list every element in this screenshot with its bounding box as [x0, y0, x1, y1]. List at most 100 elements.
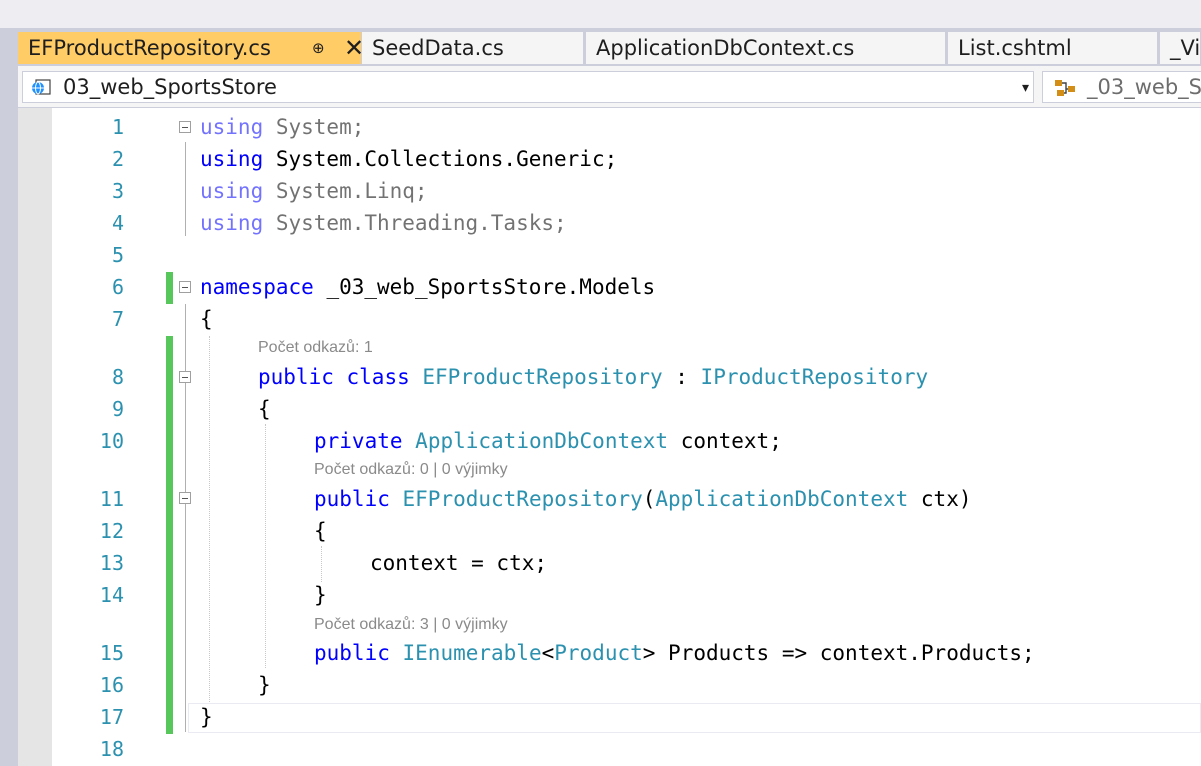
code-line[interactable]: public IEnumerable<Product> Products => …	[314, 637, 1035, 669]
code-token: {	[258, 397, 271, 421]
code-token: ApplicationDbContext	[655, 487, 909, 511]
code-token: System.Collections.Generic;	[263, 147, 618, 171]
code-token: using	[200, 211, 264, 235]
code-token: using	[200, 115, 264, 139]
collapse-toggle-icon[interactable]	[179, 121, 191, 133]
code-line[interactable]: using System.Collections.Generic;	[200, 143, 617, 175]
code-token: (	[642, 487, 656, 511]
change-tracking-bar	[166, 336, 173, 734]
code-line[interactable]: private ApplicationDbContext context;	[314, 425, 782, 457]
document-tab-strip: EFProductRepository.cs ⊕ ✕ SeedData.cs A…	[0, 28, 1201, 66]
line-number: 4	[111, 211, 124, 235]
code-token: {	[314, 519, 327, 543]
code-token: System;	[263, 115, 365, 139]
line-number: 7	[111, 307, 124, 331]
pin-icon[interactable]: ⊕	[312, 32, 325, 64]
codelens-ctor-refs[interactable]: Počet odkazů: 0 | 0 výjimky	[314, 460, 508, 480]
code-token: EFProductRepository	[402, 487, 643, 511]
code-token: :	[662, 365, 701, 389]
code-line[interactable]: }	[258, 669, 271, 701]
outline-line	[185, 392, 186, 400]
code-token: private	[314, 429, 403, 453]
type-scope-label: _03_web_Spo	[1087, 75, 1201, 99]
close-icon[interactable]: ✕	[344, 32, 361, 64]
code-token: System.Linq;	[263, 179, 428, 203]
code-token: public	[258, 365, 334, 389]
change-tracking-bar	[166, 272, 173, 304]
tab-seeddata[interactable]: SeedData.cs	[362, 32, 584, 64]
code-line[interactable]: using System;	[200, 111, 364, 143]
tab-efproductrepository[interactable]: EFProductRepository.cs ⊕ ✕	[18, 32, 362, 64]
line-number: 14	[99, 583, 124, 607]
tab-label: EFProductRepository.cs	[28, 36, 271, 60]
code-token: public	[314, 641, 390, 665]
code-token: }	[200, 705, 213, 729]
editor-left-border	[0, 66, 18, 766]
code-line[interactable]: {	[258, 393, 271, 425]
project-dropdown[interactable]: 03_web_SportsStore ▾	[22, 71, 1034, 103]
code-line[interactable]: {	[200, 303, 213, 335]
tab-label: _Vi	[1170, 36, 1201, 60]
collapse-toggle-icon[interactable]	[179, 371, 191, 383]
code-line[interactable]: context = ctx;	[370, 547, 547, 579]
code-token: EFProductRepository	[422, 365, 663, 389]
code-line[interactable]: namespace _03_web_SportsStore.Models	[200, 271, 655, 303]
code-line[interactable]: {	[314, 515, 327, 547]
code-token: Product	[554, 641, 643, 665]
code-token: ApplicationDbContext	[415, 429, 669, 453]
code-token: ctx)	[908, 487, 972, 511]
code-token: }	[314, 583, 327, 607]
chevron-down-icon[interactable]: ▾	[1022, 80, 1029, 96]
codelens-class-refs[interactable]: Počet odkazů: 1	[258, 338, 373, 358]
code-line[interactable]: }	[200, 701, 213, 733]
code-line[interactable]: public class EFProductRepository : IProd…	[258, 361, 928, 393]
current-line-highlight	[188, 703, 1201, 733]
codelens-products-refs[interactable]: Počet odkazů: 3 | 0 výjimky	[314, 615, 508, 635]
navigation-bar: 03_web_SportsStore ▾ _03_web_Spo	[18, 66, 1201, 108]
code-token: namespace	[200, 275, 314, 299]
code-token: class	[346, 365, 410, 389]
window-top-strip	[0, 0, 1201, 28]
line-number: 9	[111, 397, 124, 421]
code-token: <	[541, 641, 555, 665]
collapse-toggle-icon[interactable]	[179, 281, 191, 293]
code-token: context = ctx;	[370, 551, 548, 575]
code-token: }	[258, 673, 271, 697]
line-number: 13	[99, 551, 124, 575]
tab-applicationdbcontext[interactable]: ApplicationDbContext.cs	[586, 32, 946, 64]
csharp-project-icon	[32, 79, 51, 95]
tab-vi[interactable]: _Vi	[1160, 32, 1201, 64]
code-token: {	[200, 307, 213, 331]
code-line[interactable]: public EFProductRepository(ApplicationDb…	[314, 483, 971, 515]
line-number: 8	[111, 365, 124, 389]
tab-list-cshtml[interactable]: List.cshtml	[948, 32, 1158, 64]
line-number: 5	[111, 243, 124, 267]
outline-line	[185, 512, 186, 608]
outline-line	[185, 142, 186, 236]
code-line[interactable]: }	[314, 579, 327, 611]
code-token: using	[200, 179, 264, 203]
code-line[interactable]: using System.Linq;	[200, 175, 428, 207]
line-number: 2	[111, 147, 124, 171]
code-token: > Products => context.Products;	[642, 641, 1035, 665]
selection-margin	[18, 108, 52, 766]
indent-guide	[321, 546, 322, 582]
code-token: context;	[668, 429, 782, 453]
code-line[interactable]: using System.Threading.Tasks;	[200, 207, 567, 239]
code-token: System.Threading.Tasks;	[263, 211, 567, 235]
line-number: 16	[99, 673, 124, 697]
line-number: 12	[99, 519, 124, 543]
line-number: 1	[111, 115, 124, 139]
project-name: 03_web_SportsStore	[63, 75, 277, 99]
line-number: 3	[111, 179, 124, 203]
line-number: 6	[111, 275, 124, 299]
type-scope-dropdown[interactable]: _03_web_Spo	[1042, 71, 1201, 103]
line-number: 17	[99, 705, 124, 729]
line-number: 10	[99, 429, 124, 453]
class-icon	[1055, 80, 1075, 96]
collapse-toggle-icon[interactable]	[179, 492, 191, 504]
